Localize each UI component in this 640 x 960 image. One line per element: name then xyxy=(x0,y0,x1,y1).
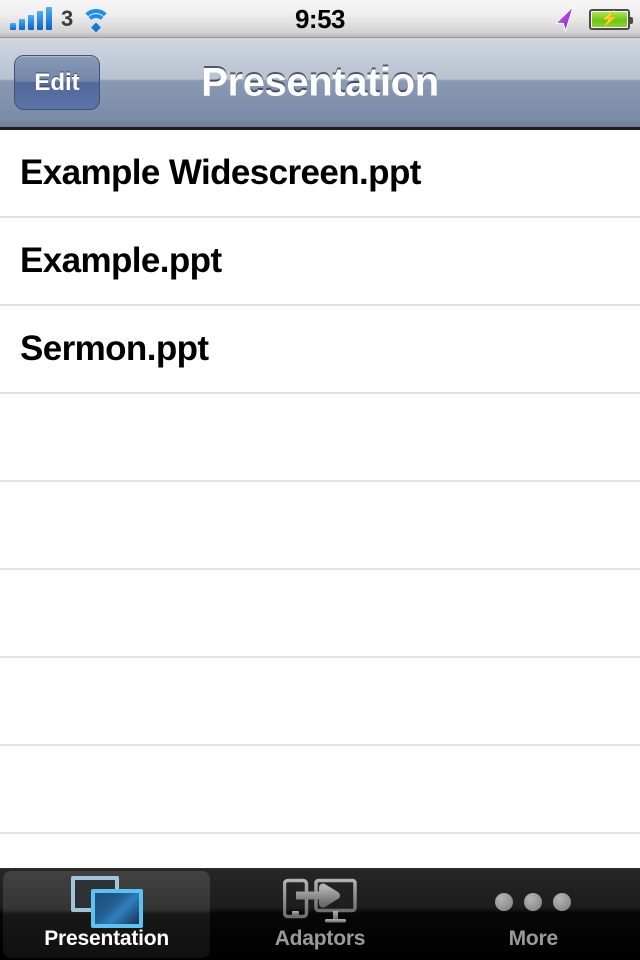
tab-adaptors[interactable]: Adaptors xyxy=(213,869,426,960)
status-bar: 3 9:53 ⚡ xyxy=(0,0,640,38)
tab-more[interactable]: More xyxy=(427,869,640,960)
list-item-label: Sermon.ppt xyxy=(20,329,209,368)
tab-presentation[interactable]: Presentation xyxy=(0,869,213,960)
status-bar-right: ⚡ xyxy=(553,0,633,38)
navigation-bar: Edit Presentation xyxy=(0,38,640,130)
battery-charging-icon: ⚡ xyxy=(589,8,633,30)
list-item-empty xyxy=(0,834,640,868)
ellipsis-icon xyxy=(495,875,572,929)
list-item-empty xyxy=(0,570,640,658)
app-screen: 3 9:53 ⚡ Edit Presentation Example Wides… xyxy=(0,0,640,960)
list-item-empty xyxy=(0,658,640,746)
tab-label-more: More xyxy=(508,927,559,950)
tab-bar: Presentation Adaptors More xyxy=(0,868,640,960)
slides-icon xyxy=(70,875,143,929)
tab-label-presentation: Presentation xyxy=(44,927,170,950)
tab-label-adaptors: Adaptors xyxy=(274,927,366,950)
list-item[interactable]: Sermon.ppt xyxy=(0,306,640,394)
list-item-empty xyxy=(0,482,640,570)
status-bar-clock: 9:53 xyxy=(294,4,346,34)
list-item-label: Example Widescreen.ppt xyxy=(20,153,421,192)
list-item-empty xyxy=(0,394,640,482)
list-item-label: Example.ppt xyxy=(20,241,222,280)
page-title: Presentation xyxy=(201,60,439,104)
list-item[interactable]: Example.ppt xyxy=(0,218,640,306)
list-item[interactable]: Example Widescreen.ppt xyxy=(0,130,640,218)
presentation-file-list[interactable]: Example Widescreen.ppt Example.ppt Sermon.… xyxy=(0,130,640,868)
location-arrow-icon xyxy=(554,6,574,32)
phone-to-monitor-icon xyxy=(282,875,357,929)
list-item-empty xyxy=(0,746,640,834)
